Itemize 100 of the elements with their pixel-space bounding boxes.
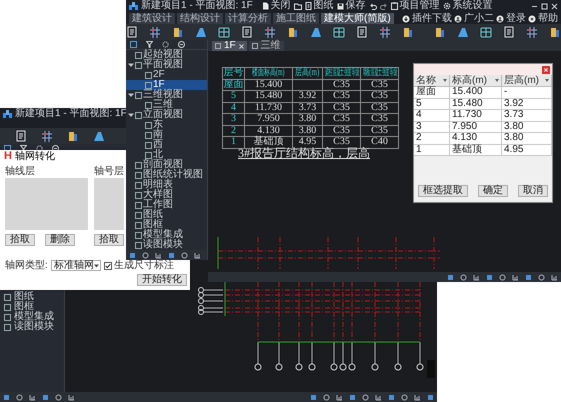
tree-item[interactable]: 读图模块 [0, 322, 64, 332]
tree-item[interactable]: 三维视图 [126, 90, 207, 100]
toolbar-icon[interactable] [29, 394, 36, 400]
tree-item[interactable]: 工作图 [126, 200, 207, 210]
tree-item[interactable]: 图纸统计视图 [126, 170, 207, 180]
tool-icon[interactable] [148, 26, 162, 38]
toolbar-button[interactable]: 图纸 [304, 1, 334, 11]
ribbon-tab[interactable]: 施工图纸 [273, 13, 319, 24]
dialog-button[interactable]: 确定 [478, 185, 508, 197]
toolbar-icon[interactable] [336, 394, 343, 400]
table-cell[interactable]: 15.480 [450, 98, 502, 110]
table-cell[interactable]: 2 [414, 133, 450, 144]
view-tab[interactable]: 1F [212, 41, 247, 51]
close-icon[interactable] [238, 44, 244, 48]
grid-type-dropdown[interactable]: 标准轴网 [50, 260, 101, 271]
start-button[interactable]: 开始转化 [137, 274, 187, 286]
toolbar-icon[interactable] [427, 394, 434, 400]
close-button[interactable] [542, 66, 550, 74]
tree-item[interactable]: 三维 [126, 100, 207, 110]
filter-icon[interactable] [20, 145, 27, 152]
tree-item[interactable]: 1F [126, 80, 207, 90]
ribbon-tab[interactable]: 计算分析 [225, 13, 271, 24]
caret-icon[interactable] [128, 62, 134, 68]
toolbar-button[interactable]: 帮助 [528, 14, 558, 24]
tree-item[interactable]: 起始视图 [126, 50, 207, 60]
checkbox-icon[interactable] [104, 262, 112, 270]
close-icon[interactable] [551, 2, 558, 10]
tree-item[interactable]: 明细表 [126, 180, 207, 190]
toolbar-button[interactable]: 项目管理 [390, 1, 440, 11]
tree-item[interactable]: 图框 [0, 302, 64, 312]
tree-item[interactable]: 东 [126, 120, 207, 130]
table-cell[interactable]: 5 [414, 98, 450, 110]
ribbon-tab[interactable]: 建模大师(简版) [321, 13, 394, 24]
table-cell[interactable]: 屋面 [414, 87, 450, 98]
table-cell[interactable]: 3 [414, 122, 450, 133]
caret-icon[interactable] [128, 92, 134, 98]
dialog-button[interactable]: 取消 [518, 185, 548, 197]
save-icon[interactable] [336, 2, 344, 10]
tree-item[interactable]: 立面视图 [126, 110, 207, 120]
toolbar-icon[interactable] [551, 274, 558, 280]
tool-icon[interactable] [14, 130, 28, 142]
layer-button[interactable]: 删除 [45, 234, 75, 246]
settings-icon[interactable] [36, 145, 43, 152]
table-cell[interactable]: 3.73 [502, 110, 552, 122]
settings-icon[interactable] [162, 41, 169, 48]
user-icon[interactable] [454, 15, 462, 23]
tool-icon[interactable] [548, 26, 561, 38]
view-tab[interactable]: 三维 [248, 41, 284, 51]
tree-item[interactable]: 南 [126, 130, 207, 140]
toolbar-button[interactable]: 广小二 [454, 14, 494, 24]
tool-icon[interactable] [433, 26, 447, 38]
help-icon[interactable] [528, 15, 536, 23]
tree-item[interactable]: 剖面视图 [126, 160, 207, 170]
tree-item[interactable]: 大样图 [126, 190, 207, 200]
tool-icon[interactable] [66, 130, 80, 142]
toolbar-icon[interactable] [473, 274, 480, 280]
table-cell[interactable]: 11.730 [450, 110, 502, 122]
tool-icon[interactable] [502, 26, 516, 38]
ribbon-tab[interactable]: 结构设计 [177, 13, 223, 24]
table-cell[interactable]: 4 [414, 110, 450, 122]
tool-icon[interactable] [332, 26, 346, 38]
toolbar-icon[interactable] [512, 274, 519, 280]
download-icon[interactable] [402, 15, 410, 23]
tree-item[interactable]: 读图模块 [126, 240, 207, 250]
tree-item[interactable]: 平面视图 [126, 60, 207, 70]
tool-icon[interactable] [401, 26, 415, 38]
toolbar-button[interactable]: 登录 [496, 14, 526, 24]
tree-item[interactable]: 图纸 [0, 292, 64, 302]
document-icon[interactable] [262, 2, 269, 10]
toolbar-icon[interactable] [375, 394, 382, 400]
tool-icon[interactable] [40, 130, 54, 142]
toolbar-icon[interactable] [194, 252, 201, 258]
layer-button[interactable]: 拾取 [94, 234, 124, 246]
tool-icon[interactable] [355, 26, 369, 38]
dimension-checkbox[interactable]: 生成尺寸标注 [104, 260, 174, 270]
user-icon[interactable] [496, 15, 504, 23]
tool-icon[interactable] [525, 26, 539, 38]
table-cell[interactable]: 15.400 [450, 87, 502, 98]
table-cell[interactable]: 基础顶 [450, 144, 502, 156]
tree-item[interactable]: 西 [126, 140, 207, 150]
tree-item[interactable]: 模型集成 [0, 312, 64, 322]
column-header[interactable]: 标高(m) [450, 75, 502, 87]
dialog-button[interactable]: 框选提取 [418, 185, 468, 197]
tool-icon[interactable] [378, 26, 392, 38]
clipboard-icon[interactable] [390, 2, 398, 10]
maximize-icon[interactable] [541, 2, 548, 10]
table-cell[interactable]: 4.95 [502, 144, 552, 156]
toolbar-icon[interactable] [68, 394, 75, 400]
settings-icon[interactable] [442, 2, 451, 10]
tool-icon[interactable] [240, 26, 254, 38]
table-cell[interactable]: 3.80 [502, 122, 552, 133]
tree-item[interactable]: 北 [126, 150, 207, 160]
sheet-icon[interactable] [304, 2, 312, 10]
layer-button[interactable]: 拾取 [5, 234, 35, 246]
table-cell[interactable]: 3.80 [502, 133, 552, 144]
tool-icon[interactable] [217, 26, 231, 38]
filter-icon[interactable] [146, 41, 153, 48]
tree-item[interactable]: 模型集成 [126, 230, 207, 240]
toolbar-button[interactable]: 插件下载 [402, 14, 452, 24]
tree-item[interactable]: 图框 [126, 220, 207, 230]
